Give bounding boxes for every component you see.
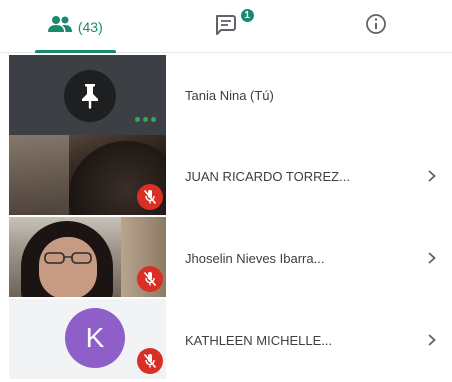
chat-unread-badge: 1 xyxy=(239,8,255,23)
tab-people[interactable]: (43) xyxy=(0,0,151,53)
tab-bar: (43) 1 xyxy=(0,0,452,53)
participant-list: Tania Nina (Tú) JUAN RICARDO TORREZ... J… xyxy=(0,55,452,381)
chevron-right-icon[interactable] xyxy=(424,168,440,184)
people-icon xyxy=(47,15,72,38)
avatar: K xyxy=(65,308,125,368)
participant-name: Tania Nina (Tú) xyxy=(185,87,274,103)
video-person-face xyxy=(39,237,97,297)
chevron-right-icon[interactable] xyxy=(424,332,440,348)
participant-row-self[interactable]: Tania Nina (Tú) xyxy=(0,55,452,135)
participant-row[interactable]: Jhoselin Nieves Ibarra... xyxy=(0,217,452,299)
participant-row[interactable]: JUAN RICARDO TORREZ... xyxy=(0,135,452,217)
tab-info[interactable] xyxy=(301,0,452,53)
participant-name: JUAN RICARDO TORREZ... xyxy=(185,168,350,184)
video-background xyxy=(9,135,69,215)
participant-video-tile[interactable] xyxy=(9,217,166,297)
mic-off-icon xyxy=(137,266,163,292)
video-person-glasses xyxy=(44,252,92,264)
tab-chat[interactable]: 1 xyxy=(151,0,302,53)
info-icon xyxy=(365,13,387,40)
participant-tile[interactable] xyxy=(9,55,166,135)
more-dots-icon[interactable] xyxy=(135,115,159,123)
participant-name: KATHLEEN MICHELLE... xyxy=(185,332,333,348)
chevron-right-icon[interactable] xyxy=(424,250,440,266)
participant-name: Jhoselin Nieves Ibarra... xyxy=(185,250,325,266)
participant-count: (43) xyxy=(77,18,103,35)
mic-off-icon xyxy=(137,348,163,374)
participant-row[interactable]: K KATHLEEN MICHELLE... xyxy=(0,299,452,381)
mic-off-icon xyxy=(137,184,163,210)
meet-participants-panel: (43) 1 Tania Nina (Tú) JUAN RICARDO TORR… xyxy=(0,0,452,382)
active-tab-indicator xyxy=(35,50,116,53)
pin-icon[interactable] xyxy=(64,70,116,122)
participant-avatar-tile[interactable]: K xyxy=(9,299,166,379)
chat-icon xyxy=(214,13,238,40)
participant-video-tile[interactable] xyxy=(9,135,166,215)
